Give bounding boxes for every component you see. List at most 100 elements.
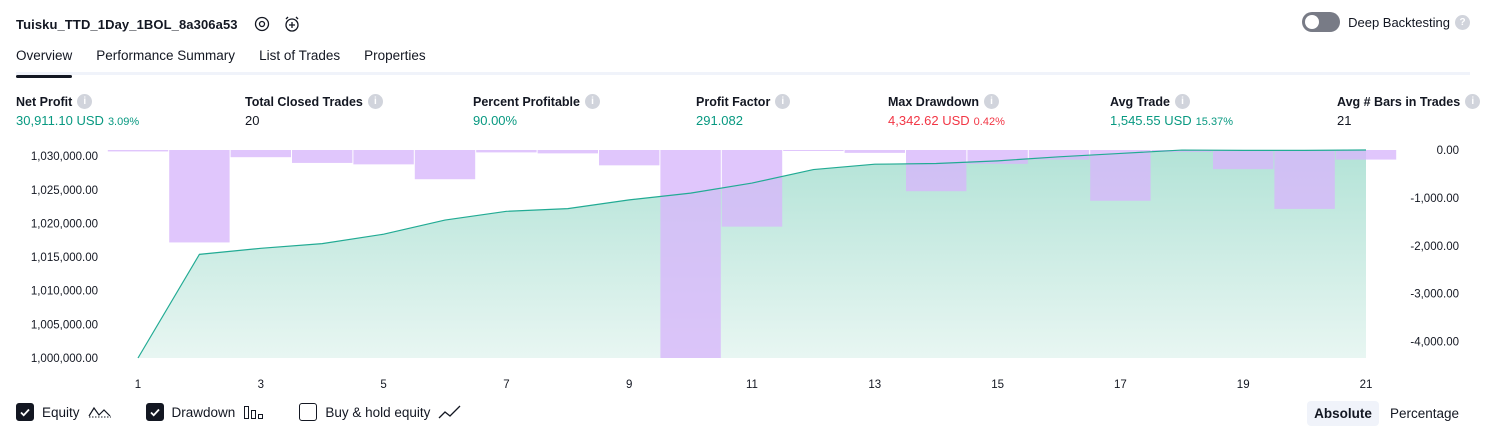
drawdown-bar bbox=[353, 150, 414, 165]
toggle-knob bbox=[1305, 15, 1320, 29]
deep-backtesting-toggle[interactable] bbox=[1302, 12, 1341, 32]
legend-equity[interactable]: Equity bbox=[16, 403, 112, 421]
metric-label: Avg # Bars in Trades bbox=[1337, 94, 1461, 109]
left-axis-tick: 1,010,000.00 bbox=[31, 286, 98, 298]
left-axis-tick: 1,000,000.00 bbox=[31, 353, 98, 365]
right-axis-tick: 0.00 bbox=[1437, 145, 1459, 157]
metric-value: 4,342.62 USD bbox=[888, 113, 970, 128]
tab-performance-summary[interactable]: Performance Summary bbox=[96, 42, 235, 75]
metric-label: Max Drawdown bbox=[888, 94, 979, 109]
absolute-button[interactable]: Absolute bbox=[1307, 401, 1379, 426]
chart-legend: Equity Drawdown Buy & hold equity bbox=[16, 403, 496, 421]
drawdown-bar bbox=[783, 150, 844, 151]
metric-value: 1,545.55 USD bbox=[1110, 113, 1192, 128]
tab-overview[interactable]: Overview bbox=[16, 42, 73, 78]
x-axis-tick: 17 bbox=[1114, 379, 1127, 391]
drawdown-bar bbox=[476, 150, 537, 153]
left-axis-tick: 1,015,000.00 bbox=[31, 252, 98, 264]
add-alert-icon[interactable] bbox=[282, 14, 302, 34]
legend-drawdown[interactable]: Drawdown bbox=[145, 403, 266, 421]
metric-avg-trade: Avg Trade i 1,545.55 USD 15.37% bbox=[1110, 94, 1233, 128]
strategy-header: Tuisku_TTD_1Day_1BOL_8a306a53 bbox=[16, 10, 302, 38]
info-icon[interactable]: i bbox=[775, 94, 791, 109]
info-icon[interactable]: i bbox=[984, 94, 999, 109]
equity-drawdown-chart[interactable]: 1,030,000.00 1,025,000.00 1,020,000.00 1,01… bbox=[0, 140, 1486, 396]
metric-value: 90.00% bbox=[473, 113, 518, 128]
deep-backtesting: Deep Backtesting ? bbox=[1302, 12, 1470, 32]
drawdown-bar bbox=[660, 150, 721, 358]
x-axis-tick: 5 bbox=[380, 379, 386, 391]
left-axis-tick: 1,005,000.00 bbox=[31, 319, 98, 331]
left-axis-tick: 1,020,000.00 bbox=[31, 218, 98, 230]
drawdown-bar bbox=[537, 150, 598, 154]
metric-percent: 0.42% bbox=[973, 116, 1005, 128]
metric-total-closed-trades: Total Closed Trades i 20 bbox=[245, 94, 383, 128]
strategy-name: Tuisku_TTD_1Day_1BOL_8a306a53 bbox=[16, 16, 238, 32]
legend-label: Drawdown bbox=[171, 404, 236, 420]
drawdown-bars-icon bbox=[243, 404, 265, 420]
metric-percent: 15.37% bbox=[1195, 116, 1233, 128]
tab-bar: Overview Performance Summary List of Tra… bbox=[16, 42, 1470, 78]
metric-value: 21 bbox=[1337, 113, 1352, 128]
metric-percent: 3.09% bbox=[107, 116, 140, 128]
info-icon[interactable]: i bbox=[584, 94, 600, 109]
x-axis-tick: 19 bbox=[1237, 379, 1250, 391]
right-axis-tick: -4,000.00 bbox=[1410, 337, 1459, 349]
drawdown-bar bbox=[599, 150, 660, 166]
tab-list-of-trades[interactable]: List of Trades bbox=[259, 42, 340, 75]
right-axis-tick: -1,000.00 bbox=[1410, 193, 1459, 205]
left-axis-tick: 1,025,000.00 bbox=[31, 185, 98, 197]
right-axis-tick: -3,000.00 bbox=[1410, 289, 1459, 301]
x-axis-tick: 7 bbox=[503, 379, 509, 391]
metric-label: Total Closed Trades bbox=[245, 94, 363, 109]
metric-percent-profitable: Percent Profitable i 90.00% bbox=[473, 94, 600, 128]
x-axis-tick: 11 bbox=[746, 379, 758, 391]
metric-label: Avg Trade bbox=[1110, 94, 1170, 109]
drawdown-bar bbox=[1274, 150, 1335, 209]
metric-value: 291.082 bbox=[696, 113, 743, 128]
x-axis-tick: 9 bbox=[626, 379, 632, 391]
drawdown-checkbox[interactable] bbox=[145, 403, 164, 421]
info-icon[interactable]: i bbox=[77, 94, 93, 109]
buy-hold-line-icon bbox=[438, 404, 462, 420]
info-icon[interactable]: i bbox=[1174, 94, 1190, 109]
metric-label: Net Profit bbox=[16, 94, 73, 109]
display-mode: Absolute Percentage bbox=[1303, 401, 1466, 426]
metric-profit-factor: Profit Factor i 291.082 bbox=[696, 94, 791, 128]
legend-buy-hold[interactable]: Buy & hold equity bbox=[299, 403, 462, 421]
metric-value: 20 bbox=[245, 113, 260, 128]
metric-avg-bars: Avg # Bars in Trades i 21 bbox=[1337, 94, 1481, 128]
drawdown-bar bbox=[107, 150, 169, 152]
info-icon[interactable]: i bbox=[1465, 94, 1481, 109]
drawdown-bar bbox=[1213, 150, 1274, 170]
x-axis-tick: 13 bbox=[868, 379, 881, 391]
x-axis-tick: 3 bbox=[258, 379, 264, 391]
drawdown-bar bbox=[414, 150, 476, 180]
legend-label: Buy & hold equity bbox=[325, 404, 431, 420]
metric-label: Percent Profitable bbox=[473, 94, 580, 109]
x-axis-tick: 1 bbox=[135, 379, 141, 391]
drawdown-bar bbox=[1335, 150, 1397, 160]
info-icon[interactable]: i bbox=[367, 94, 383, 109]
right-axis-tick: -2,000.00 bbox=[1410, 241, 1459, 253]
help-icon[interactable]: ? bbox=[1455, 14, 1470, 30]
settings-icon[interactable] bbox=[252, 14, 272, 34]
left-axis-tick: 1,030,000.00 bbox=[31, 151, 98, 163]
metric-max-drawdown: Max Drawdown i 4,342.62 USD 0.42% bbox=[888, 94, 1005, 128]
drawdown-bar bbox=[906, 150, 967, 192]
metric-label: Profit Factor bbox=[696, 94, 771, 109]
percentage-button[interactable]: Percentage bbox=[1383, 401, 1466, 426]
drawdown-bar bbox=[844, 150, 905, 153]
x-axis-tick: 15 bbox=[991, 379, 1004, 391]
deep-backtesting-label: Deep Backtesting bbox=[1348, 14, 1450, 30]
drawdown-bar bbox=[169, 150, 230, 243]
buy-hold-checkbox[interactable] bbox=[299, 403, 318, 421]
tab-properties[interactable]: Properties bbox=[364, 42, 426, 75]
equity-line-icon bbox=[88, 405, 112, 419]
metric-net-profit: Net Profit i 30,911.10 USD 3.09% bbox=[16, 94, 139, 128]
legend-label: Equity bbox=[42, 404, 80, 420]
drawdown-bar bbox=[1090, 150, 1151, 201]
drawdown-bar bbox=[292, 150, 353, 163]
equity-checkbox[interactable] bbox=[16, 403, 34, 421]
drawdown-bar bbox=[721, 150, 783, 227]
